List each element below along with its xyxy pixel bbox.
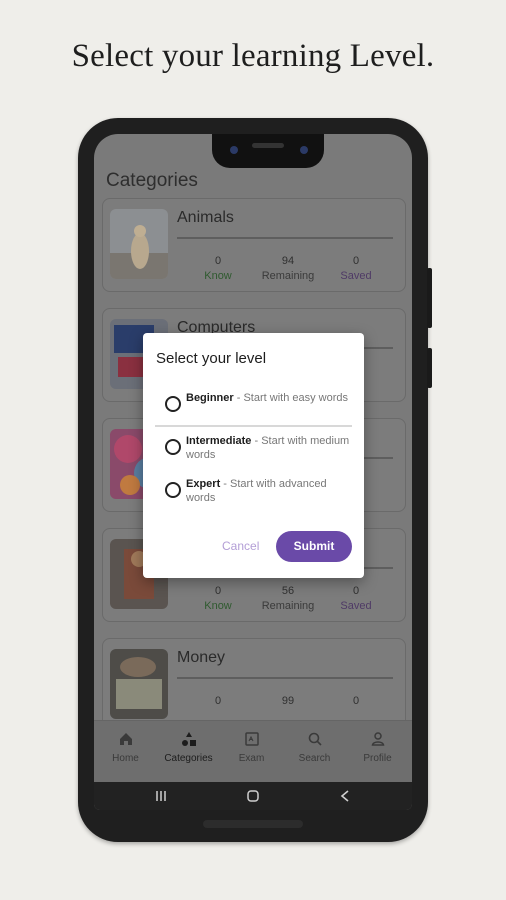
know-stat: 0 Know — [204, 585, 232, 612]
divider — [177, 237, 393, 239]
submit-button[interactable]: Submit — [276, 531, 352, 562]
page-headline: Select your learning Level. — [71, 38, 435, 74]
money-thumbnail — [110, 649, 168, 719]
home-icon — [119, 733, 132, 745]
level-option-beginner[interactable]: Beginner - Start with easy words — [165, 391, 350, 421]
back-icon[interactable] — [338, 789, 352, 803]
level-option-expert[interactable]: Expert - Start with advanced words — [165, 477, 350, 507]
nav-search[interactable]: Search — [283, 731, 346, 764]
camera-notch — [212, 134, 324, 168]
nav-categories[interactable]: Categories — [157, 731, 220, 764]
category-card-money[interactable]: Money 0 99 0 — [102, 638, 406, 732]
cancel-button[interactable]: Cancel — [222, 539, 259, 553]
saved-stat: 0 — [352, 695, 360, 707]
saved-stat: 0 Saved — [340, 255, 372, 282]
front-camera — [300, 146, 308, 154]
animals-thumbnail — [110, 209, 168, 279]
nav-home[interactable]: Home — [94, 731, 157, 764]
category-name: Money — [177, 649, 226, 666]
remaining-stat: 94 Remaining — [261, 255, 315, 282]
divider — [155, 425, 352, 427]
remaining-stat: 99 — [281, 695, 295, 707]
level-option-intermediate[interactable]: Intermediate - Start with medium words — [165, 434, 350, 464]
nav-profile[interactable]: Profile — [346, 731, 409, 764]
home-button-icon[interactable] — [246, 789, 260, 803]
intermediate-radio[interactable] — [165, 439, 181, 455]
profile-icon — [371, 732, 384, 746]
know-stat: 0 — [214, 695, 222, 707]
category-name: Animals — [177, 209, 234, 226]
expert-radio[interactable] — [165, 482, 181, 498]
level-selection-dialog: Select your level Beginner - Start with … — [143, 333, 364, 578]
option-description: - Start with easy words — [233, 392, 349, 404]
bottom-speaker — [203, 820, 303, 828]
search-icon — [308, 732, 322, 746]
front-camera — [230, 146, 238, 154]
category-card-animals[interactable]: Animals 0 Know 94 Remaining 0 Saved — [102, 198, 406, 292]
earpiece-speaker — [252, 143, 284, 148]
divider — [177, 677, 393, 679]
exam-icon — [244, 732, 259, 746]
remaining-stat: 56 Remaining — [261, 585, 315, 612]
saved-stat: 0 Saved — [340, 585, 372, 612]
option-name: Intermediate — [186, 435, 252, 447]
recents-icon[interactable] — [154, 789, 168, 803]
app-title: Categories — [106, 170, 198, 191]
beginner-radio[interactable] — [165, 396, 181, 412]
categories-icon — [181, 732, 196, 746]
option-name: Beginner — [186, 392, 234, 404]
volume-button — [427, 348, 432, 388]
system-navigation-bar — [94, 782, 412, 810]
nav-exam[interactable]: Exam — [220, 731, 283, 764]
dialog-title: Select your level — [156, 350, 267, 367]
know-stat: 0 Know — [204, 255, 232, 282]
power-button — [427, 268, 432, 328]
option-name: Expert — [186, 478, 221, 490]
bottom-navigation: Home Categories Exam Search Profile — [94, 720, 412, 782]
